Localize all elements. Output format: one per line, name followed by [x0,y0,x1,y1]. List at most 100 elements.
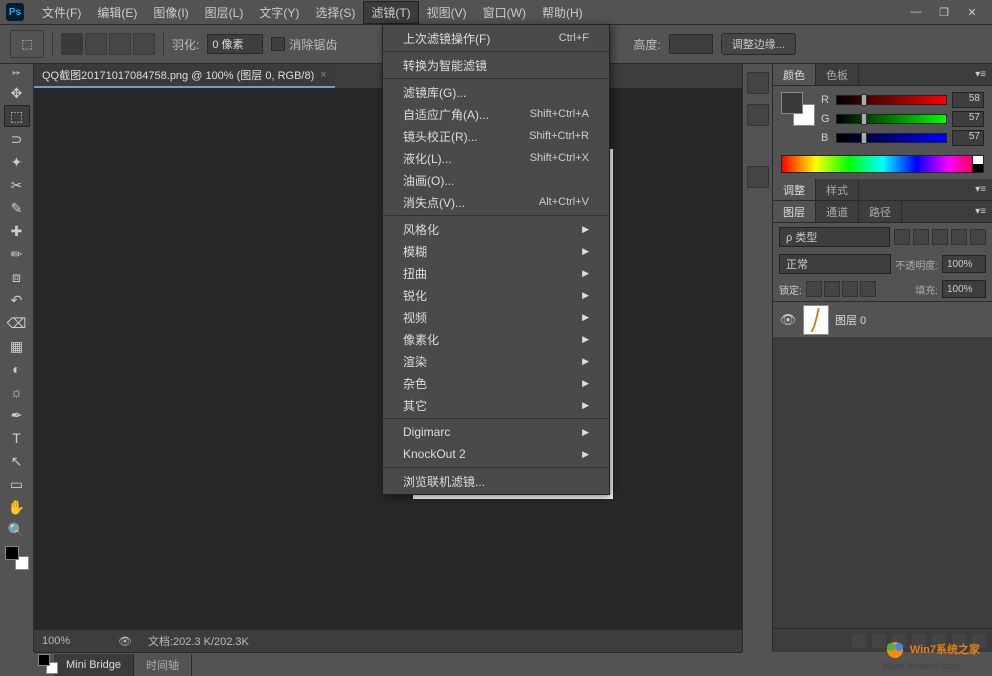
pen-tool[interactable]: ✒ [4,404,30,426]
filter-menu-item[interactable]: 扭曲▶ [383,262,609,284]
color-panel-fg[interactable] [781,92,803,114]
menu-select[interactable]: 选择(S) [307,1,363,24]
crop-tool[interactable]: ✂ [4,174,30,196]
filter-menu-item[interactable]: 模糊▶ [383,240,609,262]
menu-image[interactable]: 图像(I) [145,1,196,24]
filter-shape-icon[interactable] [951,229,967,245]
height-input[interactable] [669,34,713,54]
marquee-tool[interactable]: ⬚ [4,105,30,127]
filter-menu-item[interactable]: 杂色▶ [383,372,609,394]
filter-smart-icon[interactable] [970,229,986,245]
styles-tab[interactable]: 样式 [816,179,859,200]
heal-tool[interactable]: ✚ [4,220,30,242]
expand-toolbar-icon[interactable]: ▸▸ [12,68,20,77]
r-slider[interactable] [836,95,947,105]
dodge-tool[interactable]: ☼ [4,381,30,403]
filter-pixel-icon[interactable] [894,229,910,245]
feather-input[interactable] [207,34,263,54]
color-tab[interactable]: 颜色 [773,64,816,85]
menu-edit[interactable]: 编辑(E) [89,1,145,24]
fill-value[interactable]: 100% [942,280,986,298]
refine-edge-button[interactable]: 调整边缘... [721,33,796,55]
filter-menu-item[interactable]: 转换为智能滤镜 [383,54,609,76]
b-slider[interactable] [836,133,947,143]
filter-menu-item[interactable]: 浏览联机滤镜... [383,470,609,492]
layer-row[interactable]: 👁 图层 0 [773,302,992,338]
filter-menu-item[interactable]: 镜头校正(R)...Shift+Ctrl+R [383,125,609,147]
menu-help[interactable]: 帮助(H) [534,1,591,24]
layer-name[interactable]: 图层 0 [835,312,866,328]
swatches-tab[interactable]: 色板 [816,64,859,85]
filter-menu-item[interactable]: 油画(O)... [383,169,609,191]
adjustments-tab[interactable]: 调整 [773,179,816,200]
zoom-tool[interactable]: 🔍 [4,519,30,541]
hand-tool[interactable]: ✋ [4,496,30,518]
paths-tab[interactable]: 路径 [859,201,902,222]
actions-panel-icon[interactable] [747,104,769,126]
lock-all-icon[interactable] [860,281,876,297]
properties-panel-icon[interactable] [747,166,769,188]
document-tab[interactable]: QQ截图20171017084758.png @ 100% (图层 0, RGB… [34,64,335,88]
r-value[interactable]: 58 [952,92,984,108]
filter-menu-item[interactable]: 上次滤镜操作(F)Ctrl+F [383,27,609,49]
filter-menu-item[interactable]: 其它▶ [383,394,609,416]
filter-menu-item[interactable]: 液化(L)...Shift+Ctrl+X [383,147,609,169]
blend-mode-select[interactable]: 正常 [779,254,891,274]
foreground-color[interactable] [5,546,19,560]
g-slider[interactable] [836,114,947,124]
panel-menu-icon[interactable]: ▾≡ [969,201,992,222]
doc-info-icon[interactable]: 👁 [118,635,132,648]
filter-menu-item[interactable]: KnockOut 2▶ [383,443,609,465]
filter-type-icon[interactable] [932,229,948,245]
filter-menu-item[interactable]: 消失点(V)...Alt+Ctrl+V [383,191,609,213]
history-brush-tool[interactable]: ↶ [4,289,30,311]
eyedropper-tool[interactable]: ✎ [4,197,30,219]
blur-tool[interactable]: ◐ [4,358,30,380]
filter-menu-item[interactable]: 像素化▶ [383,328,609,350]
layer-thumbnail[interactable] [803,305,829,335]
antialias-checkbox[interactable] [271,37,285,51]
lock-pixels-icon[interactable] [824,281,840,297]
selection-intersect-icon[interactable] [133,33,155,55]
restore-button[interactable]: ❐ [930,3,958,21]
selection-new-icon[interactable] [61,33,83,55]
eraser-tool[interactable]: ⌫ [4,312,30,334]
opacity-value[interactable]: 100% [942,255,986,273]
selection-subtract-icon[interactable] [109,33,131,55]
filter-menu-item[interactable]: 滤镜库(G)... [383,81,609,103]
menu-filter[interactable]: 滤镜(T) [363,1,418,24]
layer-kind-filter[interactable]: ρ 类型 [779,227,890,247]
filter-menu-item[interactable]: 风格化▶ [383,218,609,240]
menu-layer[interactable]: 图层(L) [197,1,252,24]
lasso-tool[interactable]: ⊃ [4,128,30,150]
layer-visibility-icon[interactable]: 👁 [779,312,797,328]
shape-tool[interactable]: ▭ [4,473,30,495]
minibridge-tab[interactable]: Mini Bridge [54,654,134,676]
close-button[interactable]: ✕ [958,3,986,21]
close-tab-icon[interactable]: × [320,69,326,81]
g-value[interactable]: 57 [952,111,984,127]
menu-type[interactable]: 文字(Y) [251,1,307,24]
stamp-tool[interactable]: ⧈ [4,266,30,288]
move-tool[interactable]: ✥ [4,82,30,104]
filter-adjust-icon[interactable] [913,229,929,245]
b-value[interactable]: 57 [952,130,984,146]
text-tool[interactable]: T [4,427,30,449]
channels-tab[interactable]: 通道 [816,201,859,222]
quick-fg-color[interactable] [38,654,50,666]
panel-menu-icon[interactable]: ▾≡ [969,179,992,200]
filter-menu-item[interactable]: 锐化▶ [383,284,609,306]
gradient-tool[interactable]: ▦ [4,335,30,357]
selection-add-icon[interactable] [85,33,107,55]
brush-tool[interactable]: ✏ [4,243,30,265]
zoom-level[interactable]: 100% [42,635,102,647]
menu-view[interactable]: 视图(V) [419,1,475,24]
wand-tool[interactable]: ✦ [4,151,30,173]
filter-menu-item[interactable]: 自适应广角(A)...Shift+Ctrl+A [383,103,609,125]
layers-tab[interactable]: 图层 [773,201,816,222]
filter-menu-item[interactable]: 渲染▶ [383,350,609,372]
color-spectrum[interactable] [781,155,984,173]
timeline-tab[interactable]: 时间轴 [134,654,192,676]
tool-preset-picker[interactable]: ⬚ [10,30,44,58]
menu-window[interactable]: 窗口(W) [475,1,534,24]
